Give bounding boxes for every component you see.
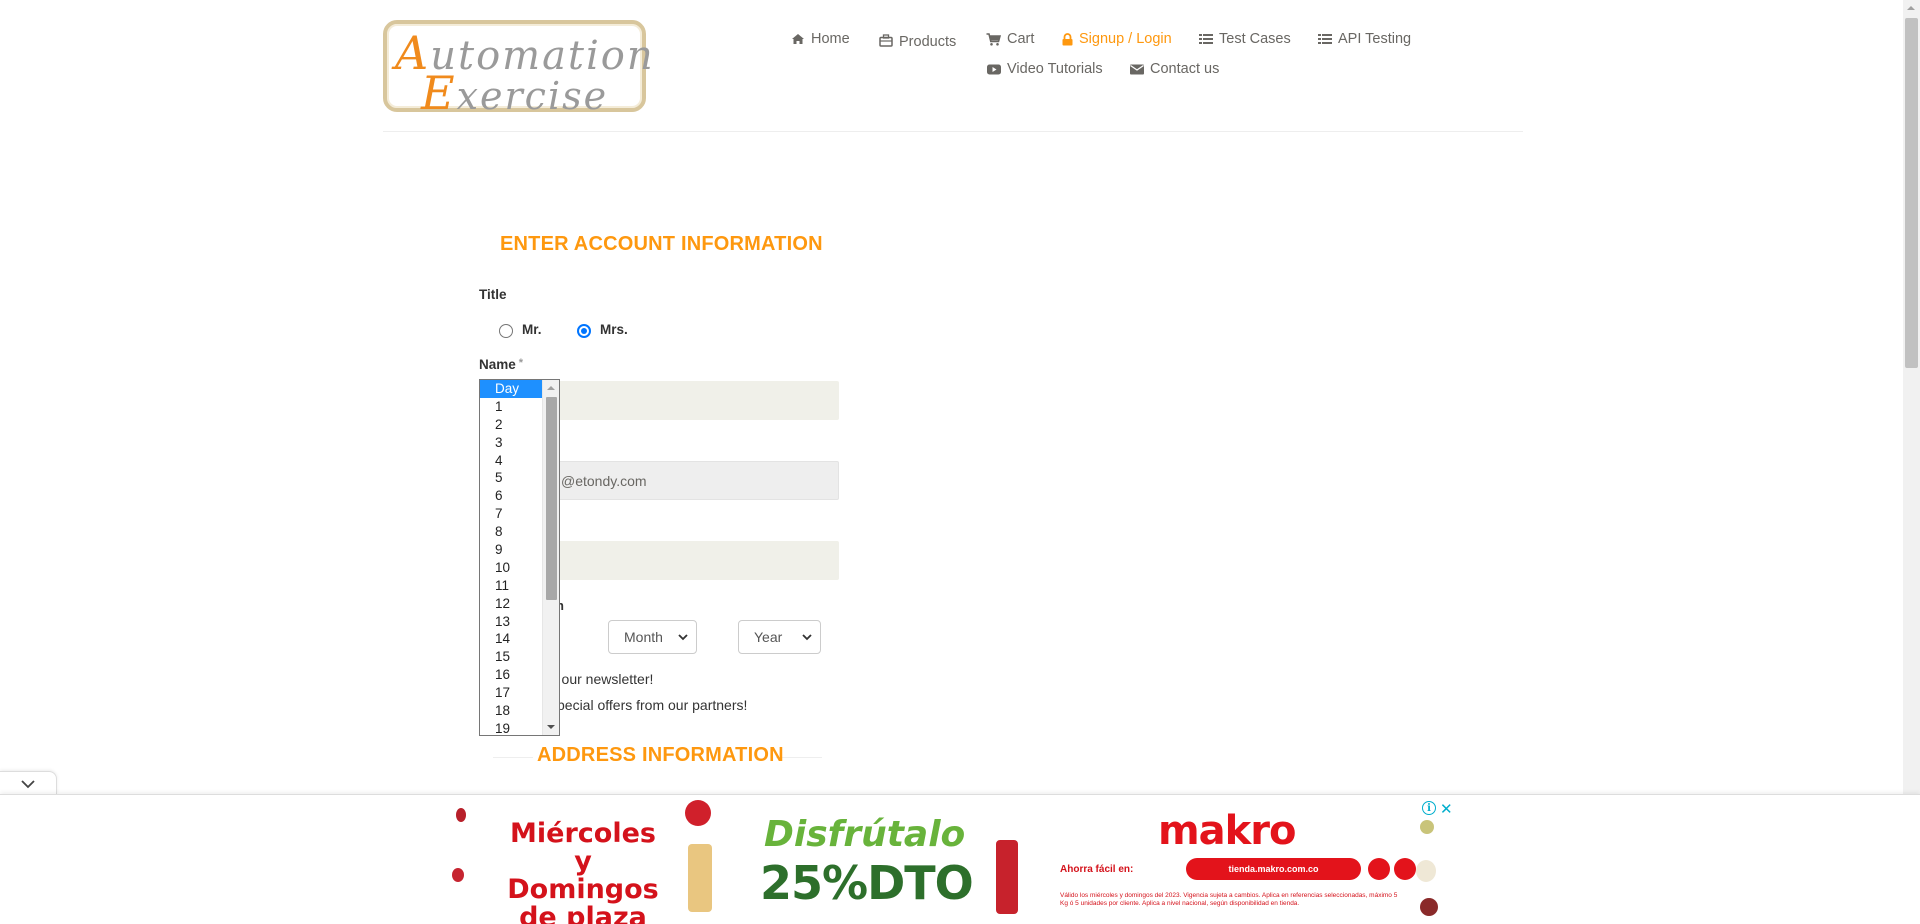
chevron-down-icon — [678, 634, 688, 641]
year-select[interactable]: Year — [738, 620, 821, 654]
title-mr-radio[interactable] — [499, 324, 513, 338]
youtube-icon — [987, 64, 1001, 74]
title-label: Title — [479, 287, 507, 302]
address-info-heading: ADDRESS INFORMATION — [537, 744, 784, 766]
dropdown-scrollbar-thumb[interactable] — [546, 397, 557, 600]
briefcase-icon — [879, 34, 893, 47]
year-select-value: Year — [754, 629, 783, 645]
decor-tomato — [685, 800, 711, 826]
scroll-up-icon[interactable] — [1907, 6, 1915, 10]
decor-garlic — [1416, 860, 1436, 882]
chevron-down-icon — [21, 780, 35, 789]
day-select-dropdown[interactable]: Day 1 2 3 4 5 6 7 8 9 10 11 12 13 14 15 … — [479, 379, 560, 736]
nav-products-label: Products — [899, 34, 957, 50]
nav-cart-label: Cart — [1007, 31, 1035, 47]
logo-line2: Exercise — [421, 66, 609, 120]
nav-video-tutorials-label: Video Tutorials — [1007, 61, 1103, 77]
nav-test-cases-label: Test Cases — [1219, 31, 1291, 47]
address-divider-left — [493, 757, 533, 758]
name-label: Name * — [479, 357, 523, 372]
logo-line2-rest: xercise — [456, 74, 609, 118]
ad-headline: Miércoles y Domingos de plaza — [507, 818, 659, 924]
nav-video-tutorials[interactable]: Video Tutorials — [987, 61, 1103, 77]
nav-api-testing-label: API Testing — [1338, 31, 1412, 47]
list-icon — [1318, 34, 1332, 44]
month-select-value: Month — [624, 629, 663, 645]
list-icon — [1199, 34, 1213, 44]
ad-easy-buy: Ahorra fácil en: — [1060, 864, 1134, 875]
offers-checkbox-label: pecial offers from our partners! — [557, 697, 748, 713]
nav-contact-us[interactable]: Contact us — [1130, 61, 1219, 77]
nav-api-testing[interactable]: API Testing — [1318, 31, 1411, 47]
nav-signup-login[interactable]: Signup / Login — [1062, 31, 1172, 47]
nav-products[interactable]: Products — [879, 31, 956, 50]
ad-headline-2: Disfrútalo — [764, 814, 966, 855]
page-scrollbar[interactable] — [1903, 0, 1920, 795]
ad-brand: makro — [1158, 808, 1296, 854]
nav-home[interactable]: Home — [791, 31, 850, 47]
account-info-heading: ENTER ACCOUNT INFORMATION — [500, 233, 823, 255]
page-scrollbar-thumb[interactable] — [1905, 18, 1918, 368]
nav-home-label: Home — [811, 31, 850, 47]
ad-app-icon[interactable] — [1368, 858, 1390, 880]
nav-test-cases[interactable]: Test Cases — [1199, 31, 1291, 47]
nav-cart[interactable]: Cart — [986, 31, 1034, 47]
title-mrs-radio[interactable] — [577, 324, 591, 338]
ad-url[interactable]: tienda.makro.com.co — [1186, 858, 1361, 880]
page: Automation Exercise Home Products Cart S… — [0, 0, 1920, 924]
title-mrs-label: Mrs. — [600, 322, 628, 337]
ad-collapse-button[interactable] — [0, 771, 57, 795]
decor-apple — [456, 808, 466, 822]
ad-banner[interactable]: Miércoles y Domingos de plaza Disfrútalo… — [448, 800, 1454, 924]
header-divider — [383, 131, 1523, 132]
ad-info-icon[interactable]: i — [1422, 801, 1436, 815]
month-select[interactable]: Month — [608, 620, 697, 654]
ad-close-icon[interactable]: ✕ — [1440, 800, 1453, 818]
name-label-text: Name — [479, 357, 516, 372]
cart-icon — [986, 32, 1001, 46]
chevron-down-icon — [802, 634, 812, 641]
ad-fine-print: Válido los miércoles y domingos del 2023… — [1060, 892, 1398, 907]
email-value: @etondy.com — [561, 472, 647, 489]
envelope-icon — [1130, 64, 1144, 74]
ad-app-icon[interactable] — [1394, 858, 1416, 880]
day-option[interactable]: Day — [480, 380, 542, 398]
ad-discount: 25%DTO — [760, 856, 974, 910]
decor-fruit — [1420, 820, 1434, 834]
nav-signup-login-label: Signup / Login — [1079, 31, 1172, 47]
decor-package — [688, 844, 712, 912]
home-icon — [792, 34, 804, 44]
newsletter-checkbox-label: r our newsletter! — [553, 671, 654, 687]
required-asterisk: * — [518, 357, 524, 369]
scroll-down-icon[interactable] — [547, 725, 555, 729]
decor-package — [996, 840, 1018, 914]
dropdown-scrollbar[interactable] — [542, 380, 559, 735]
site-logo[interactable]: Automation Exercise — [383, 20, 653, 120]
lock-icon — [1062, 32, 1073, 45]
scroll-up-icon[interactable] — [547, 386, 555, 390]
nav-contact-us-label: Contact us — [1150, 61, 1220, 77]
decor-fruit — [1420, 898, 1438, 916]
title-mr-label: Mr. — [522, 322, 542, 337]
decor-apple — [452, 868, 464, 882]
